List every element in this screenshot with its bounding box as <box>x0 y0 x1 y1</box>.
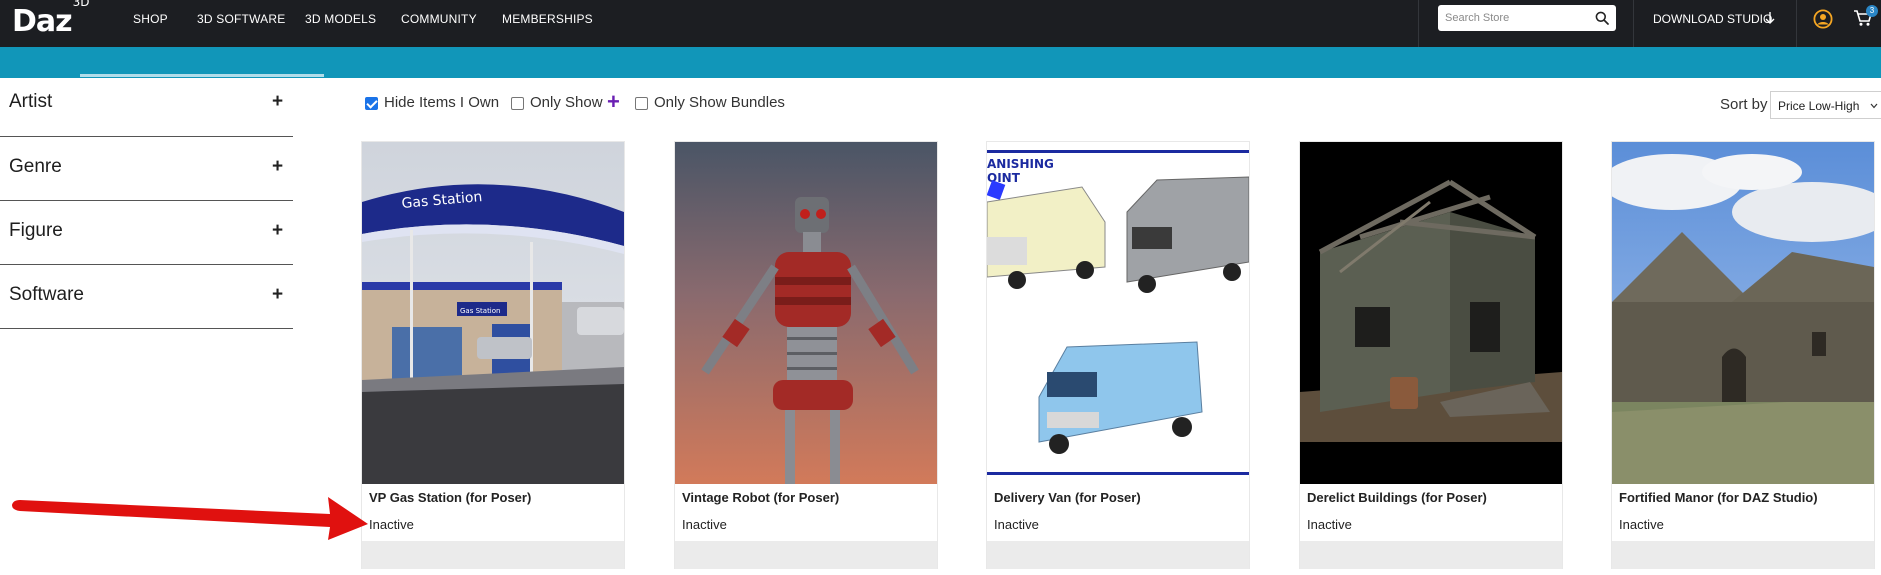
card-footer <box>1612 541 1874 569</box>
product-card[interactable]: Fortified Manor (for DAZ Studio) Inactiv… <box>1611 141 1875 569</box>
product-thumbnail[interactable] <box>1612 142 1874 484</box>
only-show-checkbox[interactable] <box>511 97 524 110</box>
product-thumbnail[interactable]: Gas Station Gas Station <box>362 142 624 484</box>
product-thumbnail[interactable] <box>1300 142 1562 484</box>
only-show-label[interactable]: Only Show <box>530 94 603 111</box>
expand-plus-icon[interactable]: + <box>272 91 283 113</box>
expand-plus-icon[interactable]: + <box>272 156 283 178</box>
product-title[interactable]: Fortified Manor (for DAZ Studio) <box>1619 490 1818 505</box>
hide-owned-label[interactable]: Hide Items I Own <box>384 94 499 111</box>
product-title[interactable]: VP Gas Station (for Poser) <box>369 490 531 505</box>
red-annotation-arrow-icon <box>12 497 368 540</box>
card-footer <box>675 541 937 569</box>
product-status: Inactive <box>682 517 727 532</box>
cart-count-badge: 3 <box>1866 5 1878 17</box>
daz-plus-icon: + <box>607 89 620 114</box>
nav-3d-models[interactable]: 3D MODELS <box>305 12 376 26</box>
small-station-sign: Gas Station <box>460 307 500 315</box>
product-card[interactable]: Gas Station Gas Station VP Gas Station (… <box>361 141 625 569</box>
chevron-down-icon <box>1870 103 1878 109</box>
nav-divider <box>1418 0 1419 47</box>
nav-divider <box>1633 0 1634 47</box>
expand-plus-icon[interactable]: + <box>272 284 283 306</box>
daz-logo[interactable]: Daz3D <box>12 0 89 39</box>
logo-text: Daz <box>12 4 73 39</box>
nav-3d-software[interactable]: 3D SOFTWARE <box>197 12 285 26</box>
product-status: Inactive <box>369 517 414 532</box>
product-title[interactable]: Vintage Robot (for Poser) <box>682 490 839 505</box>
expand-plus-icon[interactable]: + <box>272 220 283 242</box>
search-input[interactable] <box>1438 5 1588 31</box>
filter-label: Artist <box>9 91 53 112</box>
nav-community[interactable]: COMMUNITY <box>401 12 477 26</box>
product-card[interactable]: Vintage Robot (for Poser) Inactive <box>674 141 938 569</box>
filter-artist[interactable]: Artist + <box>0 73 293 137</box>
product-status: Inactive <box>1307 517 1352 532</box>
card-footer <box>362 541 624 569</box>
sort-select[interactable]: Price Low-High <box>1770 91 1881 119</box>
filter-figure[interactable]: Figure + <box>0 201 293 265</box>
filter-label: Genre <box>9 156 62 177</box>
filter-label: Software <box>9 284 84 305</box>
nav-divider <box>1796 0 1797 47</box>
filter-genre[interactable]: Genre + <box>0 137 293 201</box>
card-footer <box>1300 541 1562 569</box>
only-bundles-label[interactable]: Only Show Bundles <box>654 94 785 111</box>
card-footer <box>987 541 1249 569</box>
product-title[interactable]: Delivery Van (for Poser) <box>994 490 1141 505</box>
vanishing-point-logo-line1: ANISHING <box>987 157 1054 171</box>
top-navigation-bar: Daz3D SHOP 3D SOFTWARE 3D MODELS COMMUNI… <box>0 0 1881 47</box>
filter-label: Figure <box>9 220 63 241</box>
nav-memberships[interactable]: MEMBERSHIPS <box>502 12 593 26</box>
search-icon[interactable] <box>1595 11 1609 25</box>
product-title[interactable]: Derelict Buildings (for Poser) <box>1307 490 1487 505</box>
sort-by-label: Sort by <box>1720 96 1768 113</box>
product-status: Inactive <box>1619 517 1664 532</box>
user-icon[interactable] <box>1813 9 1833 29</box>
only-bundles-checkbox[interactable] <box>635 97 648 110</box>
logo-superscript: 3D <box>72 0 90 9</box>
product-card[interactable]: Derelict Buildings (for Poser) Inactive <box>1299 141 1563 569</box>
product-thumbnail[interactable] <box>675 142 937 484</box>
search-box <box>1438 5 1616 31</box>
filter-software[interactable]: Software + <box>0 265 293 329</box>
nav-shop[interactable]: SHOP <box>133 12 168 26</box>
product-thumbnail[interactable]: ANISHING OINT <box>987 142 1249 484</box>
product-card[interactable]: ANISHING OINT Delivery Van (for Poser) I… <box>986 141 1250 569</box>
product-status: Inactive <box>994 517 1039 532</box>
hide-owned-checkbox[interactable] <box>365 97 378 110</box>
download-arrow-icon <box>1765 12 1775 24</box>
download-studio-link[interactable]: DOWNLOAD STUDIO <box>1653 12 1772 26</box>
